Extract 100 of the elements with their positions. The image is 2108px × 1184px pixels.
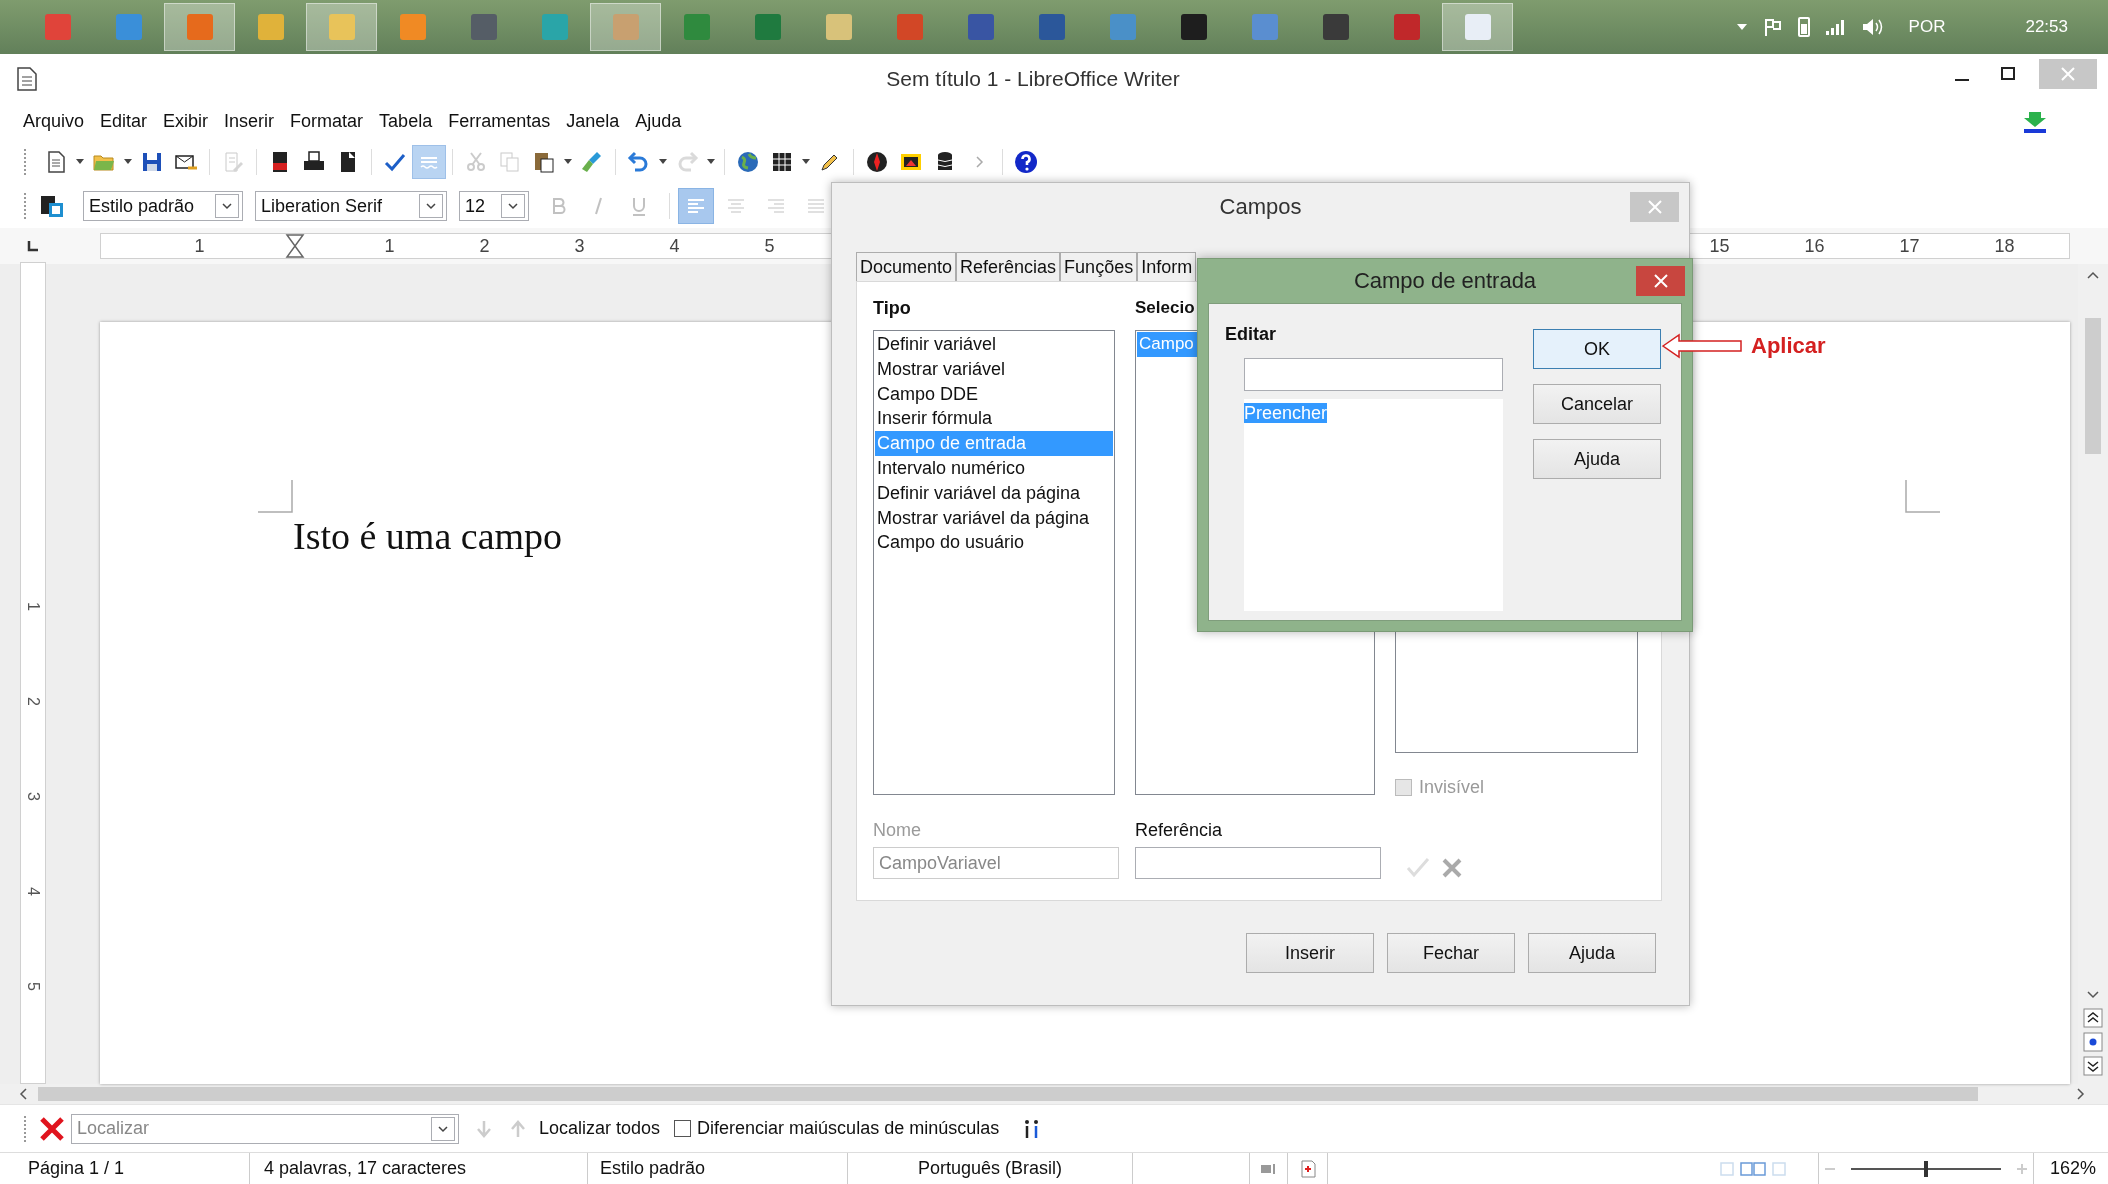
signal-icon[interactable]	[1824, 18, 1847, 36]
minimize-icon	[1955, 78, 1969, 81]
menu-item[interactable]: Ferramentas	[440, 111, 559, 132]
page-down-icon[interactable]	[2083, 1056, 2103, 1076]
language-status[interactable]: Português (Brasil)	[917, 1158, 1063, 1179]
menu-item[interactable]: Exibir	[155, 111, 217, 132]
field-label: Nome	[873, 820, 922, 841]
flag-icon[interactable]	[1762, 17, 1783, 37]
checkbox[interactable]	[674, 1120, 692, 1137]
scroll-thumb[interactable]	[2085, 318, 2101, 454]
menu-item[interactable]: Formatar	[282, 111, 372, 132]
align-left-icon[interactable]	[678, 188, 714, 224]
document-icon	[15, 65, 39, 92]
ruler-number: 1	[24, 602, 43, 611]
zoom-percentage[interactable]: 162%	[2049, 1158, 2096, 1179]
dialog-button[interactable]: Ajuda	[1533, 439, 1661, 479]
ruler-number: 5	[764, 235, 775, 257]
checkmark-icon[interactable]	[1405, 855, 1431, 879]
ruler-number: 15	[1709, 235, 1730, 257]
arrow-icon	[1661, 333, 1745, 359]
list-item[interactable]: Inserir fórmula	[875, 406, 1113, 432]
caret-icon[interactable]	[801, 159, 811, 165]
tab[interactable]: Funções	[1060, 252, 1138, 281]
menu-item[interactable]: Janela	[558, 111, 628, 132]
close-icon	[2061, 66, 2075, 81]
window-title: Sem título 1 - LibreOffice Writer	[885, 66, 1181, 91]
keyboard-language[interactable]: POR	[1908, 17, 1946, 37]
type-list[interactable]: Definir variável Mostrar variável Campo DDE Inserir fórmula Campo de entrada Intervalo numérico Definir variável da página Mostrar variável da página Campo do usuário	[873, 330, 1115, 795]
ruler-number: 1	[384, 235, 395, 257]
indent-marker-icon[interactable]	[283, 233, 306, 259]
ruler-number: 3	[574, 235, 585, 257]
document-modified-icon[interactable]	[1299, 1159, 1316, 1178]
document-text: Isto é uma campo	[293, 514, 563, 558]
font-size-dropdown[interactable]: 12	[459, 191, 529, 221]
two-page-view-icon[interactable]	[1739, 1160, 1768, 1177]
page-up-icon[interactable]	[2083, 1008, 2103, 1028]
tab-stop-icon[interactable]	[26, 239, 40, 253]
list-item[interactable]: Definir variável	[875, 332, 1113, 357]
speaker-icon[interactable]	[1860, 17, 1883, 37]
menu-item[interactable]: Inserir	[216, 111, 283, 132]
caret-icon[interactable]	[563, 159, 573, 165]
search-field[interactable]: Localizar	[72, 1117, 431, 1140]
reference-field[interactable]	[1135, 847, 1381, 879]
maximize-icon	[2001, 66, 2015, 81]
caret-icon[interactable]	[123, 159, 133, 165]
list-item[interactable]: Intervalo numérico	[875, 456, 1113, 481]
slider-thumb[interactable]	[1923, 1160, 1928, 1177]
tab[interactable]: Referências	[956, 252, 1061, 281]
menu-item[interactable]: Arquivo	[15, 111, 93, 132]
clock-time[interactable]: 22:53	[2025, 17, 2068, 37]
ruler-number: 4	[669, 235, 680, 257]
list-item[interactable]: Campo do usuário	[875, 530, 1113, 556]
page-style[interactable]: Estilo padrão	[600, 1158, 706, 1179]
dialog-button[interactable]: Inserir	[1246, 933, 1374, 973]
list-item[interactable]: Mostrar variável da página	[875, 505, 1113, 531]
input-field[interactable]	[1244, 358, 1503, 391]
list-item[interactable]: Mostrar variável	[875, 356, 1113, 382]
paragraph-style-dropdown[interactable]: Estilo padrão	[83, 191, 243, 221]
close-icon	[1653, 274, 1668, 288]
ruler-number: 16	[1804, 235, 1825, 257]
caret-icon[interactable]	[658, 159, 668, 165]
x-icon[interactable]	[1441, 857, 1463, 879]
styles-icon[interactable]	[39, 194, 65, 218]
font-name-dropdown[interactable]: Liberation Serif	[255, 191, 447, 221]
page-count: Página 1 / 1	[28, 1158, 125, 1179]
close-button[interactable]	[1636, 266, 1685, 296]
close-icon	[1647, 200, 1662, 214]
checkbox-label: Invisível	[1419, 777, 1485, 798]
menu-item[interactable]: Ajuda	[627, 111, 690, 132]
find-all-button[interactable]: Localizar todos	[539, 1118, 661, 1139]
list-item[interactable]: Definir variável da página	[875, 480, 1113, 506]
ruler-number: 5	[24, 982, 43, 991]
menu-item[interactable]: Editar	[92, 111, 156, 132]
battery-icon[interactable]	[1796, 16, 1811, 38]
tab[interactable]: Documento	[856, 252, 957, 281]
dialog-title: Campo de entrada	[1353, 268, 1537, 294]
ruler-number: 4	[24, 887, 43, 896]
dialog-button[interactable]: Cancelar	[1533, 384, 1661, 424]
dialog-button[interactable]: Ajuda	[1528, 933, 1656, 973]
dialog-button[interactable]: OK	[1533, 329, 1661, 369]
field-label: Editar	[1225, 324, 1277, 346]
annotation-label: Aplicar	[1751, 333, 1826, 359]
download-icon[interactable]	[2022, 109, 2048, 134]
caret-icon[interactable]	[75, 159, 85, 165]
ruler-number: 3	[24, 792, 43, 801]
list-label: Selecio	[1135, 298, 1196, 319]
ruler-number: 1	[194, 235, 205, 257]
list-item[interactable]: Campo DDE	[875, 381, 1113, 407]
dialog-button[interactable]: Fechar	[1387, 933, 1515, 973]
corner-mark-icon	[258, 480, 294, 514]
scroll-thumb[interactable]	[38, 1087, 1978, 1101]
corner-mark-icon	[1904, 480, 1940, 514]
ruler-number: 2	[479, 235, 490, 257]
menu-item[interactable]: Tabela	[371, 111, 441, 132]
ruler-number: 17	[1899, 235, 1920, 257]
selection-mode-icon[interactable]	[1259, 1161, 1278, 1176]
combo-box[interactable]: Localizar	[71, 1113, 459, 1144]
word-count: 4 palavras, 17 caracteres	[264, 1158, 467, 1179]
tab[interactable]: Inform	[1137, 252, 1197, 281]
close-icon[interactable]	[39, 1115, 65, 1142]
